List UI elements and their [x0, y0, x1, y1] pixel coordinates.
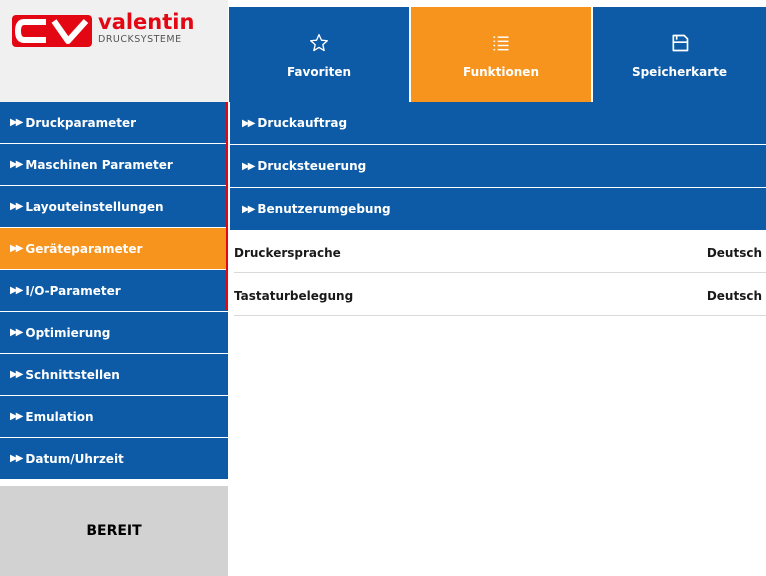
chevron-right-icon: ▶▶ [242, 203, 255, 215]
submenu-panel: ▶▶ Druckauftrag ▶▶ Drucksteuerung ▶▶ Benutz… [230, 102, 766, 231]
favoriten-label: Favoriten [286, 65, 352, 79]
chevron-right-icon: ▶▶ [10, 159, 23, 170]
submenu-item-benutzerumgebung[interactable]: ▶▶ Benutzerumgebung [230, 188, 766, 230]
cv-logo-icon [12, 15, 92, 47]
menu-item-datum-uhrzeit[interactable]: ▶▶ Datum/Uhrzeit [0, 438, 228, 479]
logo-subtitle: DRUCKSYSTEME [98, 34, 182, 45]
menu-item-label: Schnittstellen [25, 367, 120, 382]
menu-item-schnittstellen[interactable]: ▶▶ Schnittstellen [0, 354, 228, 395]
speicherkarte-label: Speicherkarte [631, 65, 728, 79]
logo-name: valentin [98, 10, 195, 34]
menu-item-label: Optimierung [25, 325, 111, 340]
submenu-item-druckauftrag[interactable]: ▶▶ Druckauftrag [230, 102, 766, 144]
param-label: Druckersprache [234, 245, 341, 260]
list-icon [411, 33, 591, 57]
menu-item-emulation[interactable]: ▶▶ Emulation [0, 396, 228, 437]
menu-item-io-parameter[interactable]: ▶▶ I/O-Parameter [0, 270, 228, 311]
chevron-right-icon: ▶▶ [242, 160, 255, 172]
menu-item-label: Layouteinstellungen [25, 199, 164, 214]
chevron-right-icon: ▶▶ [10, 285, 23, 296]
status-panel: BEREIT [0, 486, 228, 576]
menu-item-label: I/O-Parameter [25, 283, 121, 298]
menu-item-label: Druckparameter [25, 115, 137, 130]
funktionen-label: Funktionen [463, 65, 539, 79]
menu-item-druckparameter[interactable]: ▶▶ Druckparameter [0, 102, 228, 143]
left-menu: ▶▶ Druckparameter ▶▶ Maschinen Parameter ▶… [0, 102, 228, 480]
logo-area: valentin DRUCKSYSTEME [0, 0, 228, 102]
param-label: Tastaturbelegung [234, 288, 354, 303]
menu-item-label: Maschinen Parameter [25, 157, 173, 172]
chevron-right-icon: ▶▶ [10, 411, 23, 422]
speicherkarte-button[interactable]: Speicherkarte [592, 7, 766, 102]
chevron-right-icon: ▶▶ [10, 243, 23, 254]
menu-item-label: Datum/Uhrzeit [25, 451, 124, 466]
menu-item-optimierung[interactable]: ▶▶ Optimierung [0, 312, 228, 353]
funktionen-button[interactable]: Funktionen [410, 7, 591, 102]
chevron-right-icon: ▶▶ [10, 117, 23, 128]
star-icon [229, 33, 409, 57]
status-text: BEREIT [86, 523, 142, 539]
param-value: Deutsch [706, 245, 762, 260]
param-row-druckersprache[interactable]: Druckersprache Deutsch [234, 233, 766, 273]
chevron-right-icon: ▶▶ [10, 453, 23, 464]
save-icon [593, 33, 766, 57]
favoriten-button[interactable]: Favoriten [228, 7, 409, 102]
active-indicator-line [226, 102, 228, 310]
menu-item-geraeteparameter[interactable]: ▶▶ Geräteparameter [0, 228, 228, 269]
menu-item-layouteinstellungen[interactable]: ▶▶ Layouteinstellungen [0, 186, 228, 227]
menu-item-maschinen-parameter[interactable]: ▶▶ Maschinen Parameter [0, 144, 228, 185]
chevron-right-icon: ▶▶ [10, 369, 23, 380]
menu-item-label: Emulation [25, 409, 94, 424]
chevron-right-icon: ▶▶ [10, 327, 23, 338]
submenu-item-label: Druckauftrag [257, 116, 348, 130]
menu-item-label: Geräteparameter [25, 241, 143, 256]
chevron-right-icon: ▶▶ [242, 117, 255, 129]
submenu-item-label: Drucksteuerung [257, 159, 367, 173]
param-value: Deutsch [706, 288, 762, 303]
param-row-tastaturbelegung[interactable]: Tastaturbelegung Deutsch [234, 276, 766, 316]
chevron-right-icon: ▶▶ [10, 201, 23, 212]
submenu-item-label: Benutzerumgebung [257, 202, 391, 216]
submenu-item-drucksteuerung[interactable]: ▶▶ Drucksteuerung [230, 145, 766, 187]
